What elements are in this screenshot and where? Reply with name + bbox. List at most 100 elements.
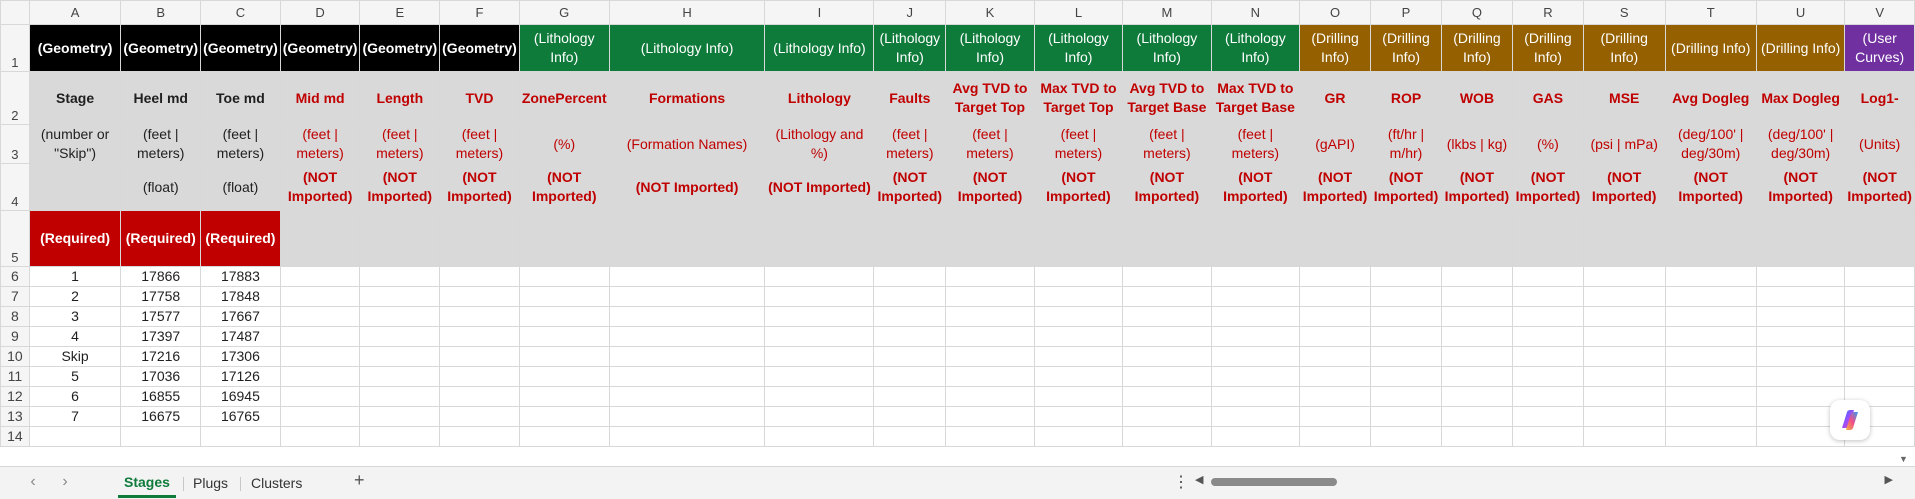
cell[interactable] [1440,426,1513,447]
cell[interactable] [1210,266,1301,287]
type-cell[interactable]: (NOT Imported) [1582,163,1666,211]
cell[interactable] [945,326,1035,347]
field-name-cell[interactable]: MSE [1582,71,1666,125]
column-header[interactable]: S [1582,0,1666,25]
data-cell[interactable]: 3 [28,306,122,327]
type-cell[interactable] [28,163,122,211]
cell[interactable] [873,210,947,267]
type-cell[interactable]: (float) [200,163,281,211]
cell[interactable] [279,406,361,427]
cell[interactable] [439,406,520,427]
field-name-cell[interactable]: TVD [439,71,520,125]
cell[interactable] [1033,306,1124,327]
cell[interactable] [1755,210,1846,267]
cell[interactable] [1511,306,1584,327]
type-cell[interactable]: (NOT Imported) [1122,163,1212,211]
column-header[interactable]: B [120,0,202,25]
column-header[interactable]: E [359,0,441,25]
category-cell[interactable]: (Drilling Info) [1755,24,1846,72]
row-header[interactable]: 12 [0,386,30,407]
data-cell[interactable]: 5 [28,366,122,387]
column-header[interactable]: P [1370,0,1442,25]
cell[interactable] [1370,346,1442,367]
cell[interactable] [439,366,520,387]
column-header[interactable]: F [439,0,520,25]
cell[interactable] [1033,426,1124,447]
cell[interactable] [1664,386,1757,407]
cell[interactable] [359,210,441,267]
data-cell[interactable]: 17758 [120,286,202,307]
cell[interactable] [1755,326,1846,347]
data-cell[interactable]: 7 [28,406,122,427]
row-header[interactable]: 7 [0,286,30,307]
units-cell[interactable]: (ft/hr | m/hr) [1370,124,1442,164]
category-cell[interactable]: (Drilling Info) [1511,24,1584,72]
cell[interactable] [359,326,441,347]
units-cell[interactable]: (feet | meters) [439,124,520,164]
data-cell[interactable]: 17397 [120,326,202,347]
cell[interactable] [1440,306,1513,327]
cell[interactable] [608,406,766,427]
data-cell[interactable]: Skip [28,346,122,367]
cell[interactable] [1210,386,1301,407]
cell[interactable] [1122,426,1212,447]
cell[interactable] [1210,210,1301,267]
cell[interactable] [873,306,947,327]
field-name-cell[interactable]: Faults [873,71,947,125]
units-cell[interactable]: (feet | meters) [1122,124,1212,164]
category-cell[interactable]: (Lithology Info) [764,24,875,72]
type-cell[interactable]: (NOT Imported) [873,163,947,211]
cell[interactable] [1122,366,1212,387]
cell[interactable] [359,426,441,447]
row-header[interactable]: 13 [0,406,30,427]
category-cell[interactable]: (Drilling Info) [1440,24,1513,72]
cell[interactable] [945,406,1035,427]
tab-clusters[interactable]: Clusters [245,471,308,495]
type-cell[interactable]: (float) [120,163,202,211]
cell[interactable] [518,326,610,347]
type-cell[interactable]: (NOT Imported) [359,163,441,211]
cell[interactable] [518,366,610,387]
units-cell[interactable]: (feet | meters) [945,124,1035,164]
more-options-button[interactable]: ⋮ [1173,472,1189,492]
cell[interactable] [873,406,947,427]
field-name-cell[interactable]: Formations [608,71,766,125]
field-name-cell[interactable]: Log1- [1844,71,1915,125]
cell[interactable] [279,266,361,287]
data-cell[interactable]: 17667 [200,306,281,327]
data-cell[interactable]: 16765 [200,406,281,427]
column-header[interactable]: R [1511,0,1584,25]
column-header[interactable]: I [764,0,875,25]
cell[interactable] [608,210,766,267]
required-cell[interactable]: (Required) [28,210,122,267]
column-header[interactable]: A [28,0,122,25]
type-cell[interactable]: (NOT Imported) [1033,163,1124,211]
cell[interactable] [1664,210,1757,267]
units-cell[interactable]: (deg/100' | deg/30m) [1664,124,1757,164]
cell[interactable] [518,346,610,367]
field-name-cell[interactable]: Max Dogleg [1755,71,1846,125]
cell[interactable] [1299,210,1372,267]
field-name-cell[interactable]: GR [1299,71,1372,125]
cell[interactable] [359,386,441,407]
cell[interactable] [764,266,875,287]
field-name-cell[interactable]: Mid md [279,71,361,125]
row-header[interactable]: 11 [0,366,30,387]
cell[interactable] [200,426,281,447]
cell[interactable] [1370,266,1442,287]
cell[interactable] [764,386,875,407]
cell[interactable] [518,426,610,447]
cell[interactable] [1582,346,1666,367]
cell[interactable] [608,266,766,287]
units-cell[interactable]: (psi | mPa) [1582,124,1666,164]
units-cell[interactable]: (gAPI) [1299,124,1372,164]
units-cell[interactable]: (feet | meters) [200,124,281,164]
cell[interactable] [1582,426,1666,447]
data-cell[interactable]: 16855 [120,386,202,407]
cell[interactable] [1664,326,1757,347]
cell[interactable] [1664,426,1757,447]
cell[interactable] [1210,406,1301,427]
cell[interactable] [439,306,520,327]
category-cell[interactable]: (Geometry) [28,24,122,72]
cell[interactable] [873,366,947,387]
